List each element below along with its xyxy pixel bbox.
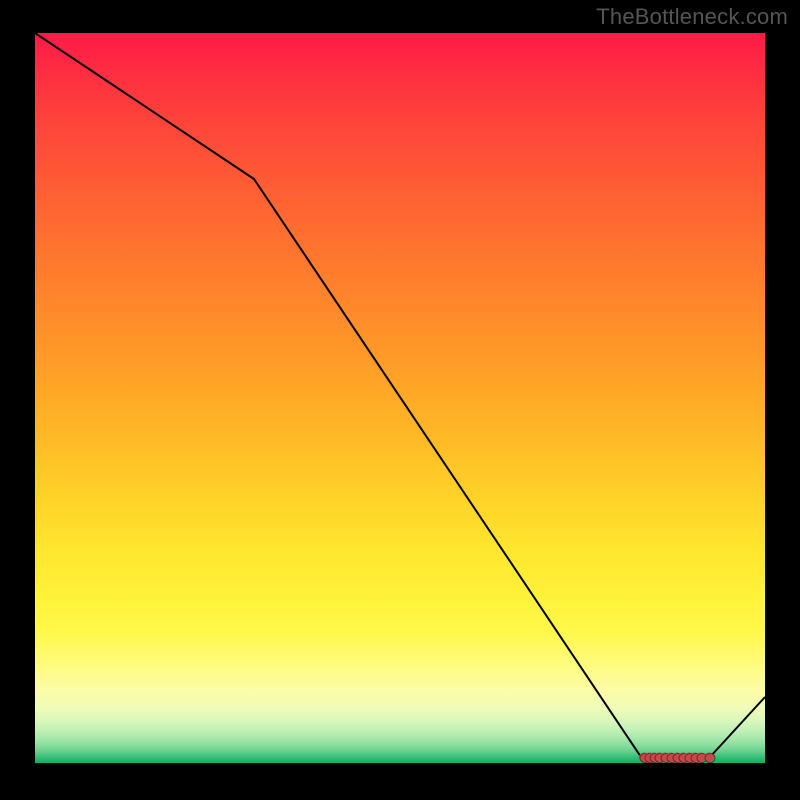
plot-area bbox=[35, 33, 765, 763]
watermark-text: TheBottleneck.com bbox=[596, 4, 788, 30]
marker-cluster bbox=[639, 753, 715, 763]
bottleneck-curve bbox=[35, 33, 765, 757]
line-overlay-svg bbox=[35, 33, 765, 763]
chart-canvas: TheBottleneck.com bbox=[0, 0, 800, 800]
